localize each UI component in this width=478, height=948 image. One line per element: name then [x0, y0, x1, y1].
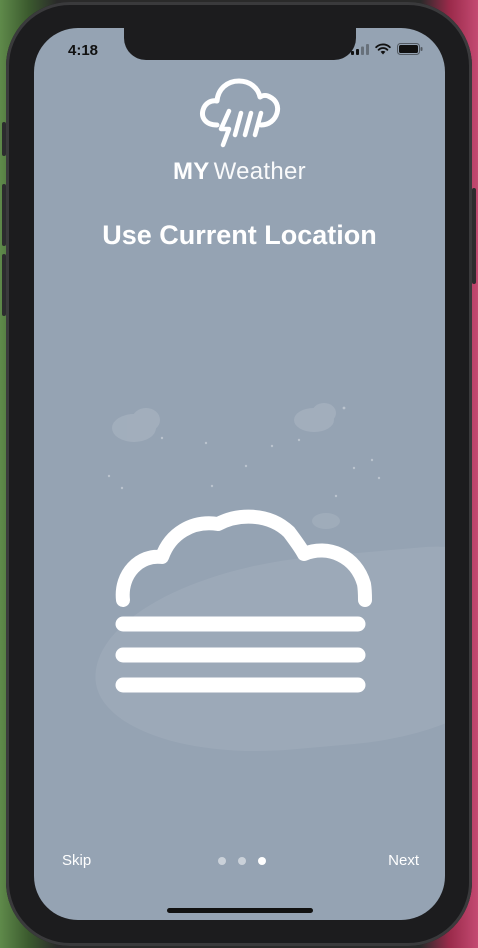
background-cloud-small-icon	[312, 513, 340, 529]
brand-bold-text: MY	[173, 158, 210, 185]
background-cloud-left-icon	[112, 408, 160, 442]
rain-storm-cloud-icon	[200, 78, 281, 148]
page-dot-1[interactable]	[218, 857, 226, 865]
background-cloud-right-icon	[294, 403, 336, 432]
volume-down-button	[2, 254, 6, 316]
wifi-icon	[375, 43, 391, 55]
status-time: 4:18	[68, 42, 99, 59]
onboarding-nav-bar: Skip Next	[34, 848, 445, 872]
onboarding-title: Use Current Location	[102, 220, 377, 250]
signal-icon	[351, 43, 369, 55]
page-dot-2[interactable]	[238, 857, 246, 865]
page-indicator	[218, 857, 266, 865]
page-dot-3-active[interactable]	[258, 857, 266, 865]
weather-scene	[107, 403, 381, 693]
fog-cloud-icon	[115, 509, 372, 693]
notch	[124, 28, 356, 60]
status-icons	[351, 42, 423, 56]
brand-light-text: Weather	[213, 158, 306, 185]
app-screen: 4:18 MY Weather Use Current Location Ski…	[34, 28, 445, 920]
battery-icon	[397, 43, 423, 55]
mute-switch	[2, 122, 6, 156]
app-brand: MY Weather	[34, 158, 445, 186]
skip-button[interactable]: Skip	[62, 852, 91, 869]
home-indicator[interactable]	[167, 908, 313, 913]
power-button	[472, 188, 476, 284]
volume-up-button	[2, 184, 6, 246]
next-button[interactable]: Next	[388, 852, 419, 869]
